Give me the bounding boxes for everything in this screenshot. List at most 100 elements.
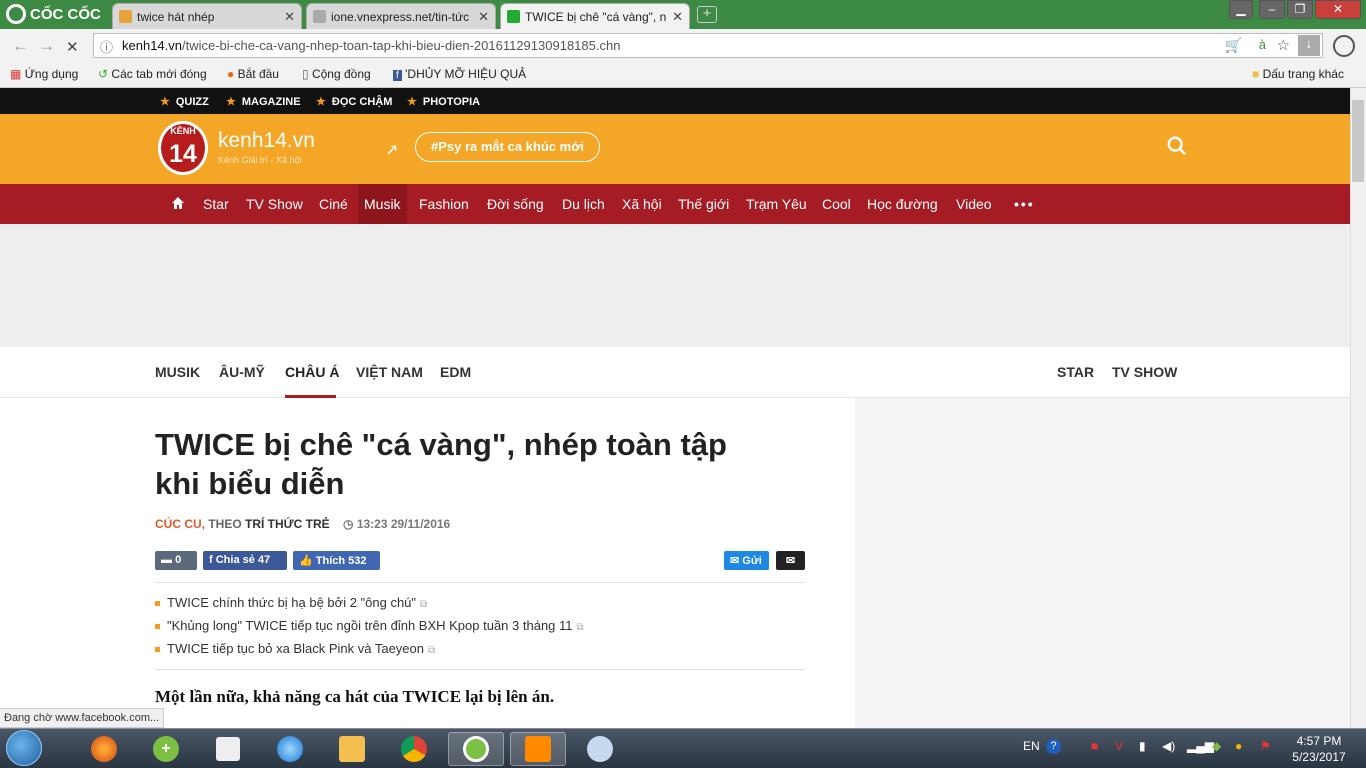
home-icon[interactable]	[171, 196, 185, 210]
bookmarks-bar: ▦ Ứng dụng ↺ Các tab mới đóng ● Bắt đầu …	[0, 62, 1366, 88]
coccoc-icon	[463, 736, 489, 762]
menu-circle-icon[interactable]	[1333, 35, 1355, 57]
bookmark-recent-tabs[interactable]: ↺ Các tab mới đóng	[98, 67, 207, 81]
bookmark-star-icon[interactable]: ☆	[1277, 36, 1290, 54]
link-doc-cham[interactable]: ★ ĐỌC CHẬM	[316, 95, 392, 108]
link-quizz[interactable]: ★ QUIZZ	[160, 95, 209, 108]
device-icon[interactable]: ▮	[1139, 739, 1146, 753]
new-tab-button[interactable]: +	[697, 6, 717, 23]
messenger-send-button[interactable]: ✉ Gửi	[724, 551, 769, 570]
flag-icon[interactable]: ⚑	[1260, 739, 1271, 753]
close-tab-icon[interactable]: ✕	[478, 9, 489, 25]
nav-musik[interactable]: Musik	[358, 184, 407, 224]
subnav-chau-a[interactable]: CHÂU Á	[285, 364, 339, 380]
volume-icon[interactable]: ◀)	[1162, 739, 1175, 753]
comment-button[interactable]: ▬ 0	[155, 551, 197, 570]
nav-tv-show[interactable]: TV Show	[246, 196, 303, 212]
tab-2[interactable]: ione.vnexpress.net/tin-tức ✕	[306, 3, 496, 29]
nav-cine[interactable]: Ciné	[319, 196, 348, 212]
bookmark-community[interactable]: ▯ Cộng đồng	[302, 67, 371, 81]
email-icon: ✉	[785, 555, 796, 567]
start-button[interactable]	[6, 730, 42, 766]
taskbar-paint[interactable]	[572, 732, 628, 766]
maximize-button[interactable]: ❐	[1287, 0, 1313, 19]
subnav-viet-nam[interactable]: VIỆT NAM	[356, 364, 423, 380]
kenh14-logo[interactable]: KÊNH 14	[158, 121, 208, 175]
taskbar-media[interactable]	[510, 732, 566, 766]
system-clock[interactable]: 4:57 PM 5/23/2017	[1284, 733, 1354, 765]
paint-icon	[587, 736, 613, 762]
bookmark-start[interactable]: ● Bắt đầu	[227, 67, 279, 81]
minimize-button[interactable]: –	[1259, 0, 1285, 19]
trending-tag[interactable]: #Psy ra mắt ca khúc mới	[415, 132, 601, 162]
site-name[interactable]: kenh14.vn	[218, 129, 315, 153]
subnav-au-my[interactable]: ÂU-MỸ	[219, 364, 265, 380]
link-magazine[interactable]: ★ MAGAZINE	[226, 95, 301, 108]
nav-video[interactable]: Video	[956, 196, 992, 212]
tray-app-icon[interactable]: ●	[1235, 739, 1242, 753]
user-icon[interactable]: ▁	[1229, 0, 1253, 19]
antivirus-icon[interactable]: ■	[1091, 739, 1098, 753]
nav-du-lich[interactable]: Du lịch	[562, 196, 605, 212]
taskbar-app[interactable]	[200, 732, 256, 766]
back-icon[interactable]: ←	[12, 36, 29, 56]
url-bar[interactable]: ⓘ kenh14.vn/twice-bi-che-ca-vang-nhep-to…	[93, 33, 1323, 58]
nav-cool[interactable]: Cool	[822, 196, 851, 212]
nav-fashion[interactable]: Fashion	[419, 196, 469, 212]
source[interactable]: TRÍ THỨC TRẺ	[245, 517, 330, 531]
email-button[interactable]: ✉	[776, 551, 805, 570]
bookmark-facebook[interactable]: f 'DHỦY MỠ HIỆU QUẢ	[393, 67, 526, 81]
tab-1[interactable]: twice hát nhép ✕	[112, 3, 302, 29]
vietnamese-input-icon[interactable]: à	[1259, 37, 1266, 52]
close-window-button[interactable]: ✕	[1315, 0, 1361, 19]
related-link-1[interactable]: TWICE chính thức bị hạ bệ bởi 2 "ông chú…	[155, 595, 427, 610]
coccoc-logo[interactable]: CỐC CỐC	[6, 4, 101, 24]
external-link-icon: ⧉	[576, 622, 584, 633]
facebook-like-button[interactable]: 👍 Thích 532	[293, 551, 380, 570]
close-tab-icon[interactable]: ✕	[672, 9, 683, 25]
nav-star[interactable]: Star	[203, 196, 229, 212]
subnav-musik[interactable]: MUSIK	[155, 364, 200, 380]
bookmark-apps[interactable]: ▦ Ứng dụng	[10, 67, 78, 81]
subnav-star[interactable]: STAR	[1057, 364, 1094, 380]
network-icon[interactable]: ◆	[1212, 739, 1221, 753]
nav-doi-song[interactable]: Đời sống	[487, 196, 544, 212]
link-photopia[interactable]: ★ PHOTOPIA	[407, 95, 480, 108]
taskbar-coccoc[interactable]	[448, 732, 504, 766]
related-link-3[interactable]: TWICE tiếp tục bỏ xa Black Pink và Taeye…	[155, 641, 435, 656]
language-indicator[interactable]: EN	[1023, 739, 1040, 753]
nav-xa-hoi[interactable]: Xã hội	[622, 196, 662, 212]
tab-3-active[interactable]: TWICE bị chê "cá vàng", n ✕	[500, 3, 690, 29]
scrollbar-thumb[interactable]	[1352, 100, 1364, 182]
vertical-scrollbar[interactable]	[1350, 88, 1366, 728]
subnav-edm[interactable]: EDM	[440, 364, 471, 380]
help-icon[interactable]: ?	[1046, 739, 1061, 754]
download-icon[interactable]: ↓	[1298, 35, 1320, 56]
info-icon[interactable]: ⓘ	[100, 37, 113, 56]
facebook-share-button[interactable]: f Chia sẻ 47	[203, 551, 287, 570]
nav-tram-yeu[interactable]: Trạm Yêu	[746, 196, 807, 212]
search-icon[interactable]	[1166, 134, 1188, 158]
author[interactable]: CÚC CU,	[155, 517, 205, 531]
taskbar-firefox[interactable]	[76, 732, 132, 766]
taskbar-chrome[interactable]	[386, 732, 442, 766]
cart-icon[interactable]: 🛒	[1225, 37, 1242, 54]
signal-icon[interactable]: ▂▄▆	[1187, 739, 1214, 753]
stop-icon[interactable]: ✕	[66, 38, 79, 56]
taskbar-ie[interactable]	[262, 732, 318, 766]
more-icon[interactable]: •••	[1014, 196, 1035, 212]
firefox-icon: ●	[227, 67, 235, 81]
taskbar-explorer[interactable]	[324, 732, 380, 766]
nav-the-gioi[interactable]: Thế giới	[678, 196, 729, 212]
close-tab-icon[interactable]: ✕	[284, 9, 295, 25]
taskbar-add[interactable]: +	[138, 732, 194, 766]
nav-hoc-duong[interactable]: Học đường	[867, 196, 938, 212]
subnav-tv-show[interactable]: TV SHOW	[1112, 364, 1177, 380]
article-title: TWICE bị chê "cá vàng", nhép toàn tập kh…	[155, 427, 727, 501]
bookmark-other[interactable]: ■ Dấu trang khác	[1252, 67, 1344, 81]
history-icon: ↺	[98, 67, 109, 81]
status-bar: Đang chờ www.facebook.com...	[0, 708, 165, 728]
v-icon[interactable]: V	[1115, 739, 1123, 753]
forward-icon[interactable]: →	[38, 36, 55, 56]
related-link-2[interactable]: "Khủng long" TWICE tiếp tục ngồi trên đỉ…	[155, 618, 584, 633]
